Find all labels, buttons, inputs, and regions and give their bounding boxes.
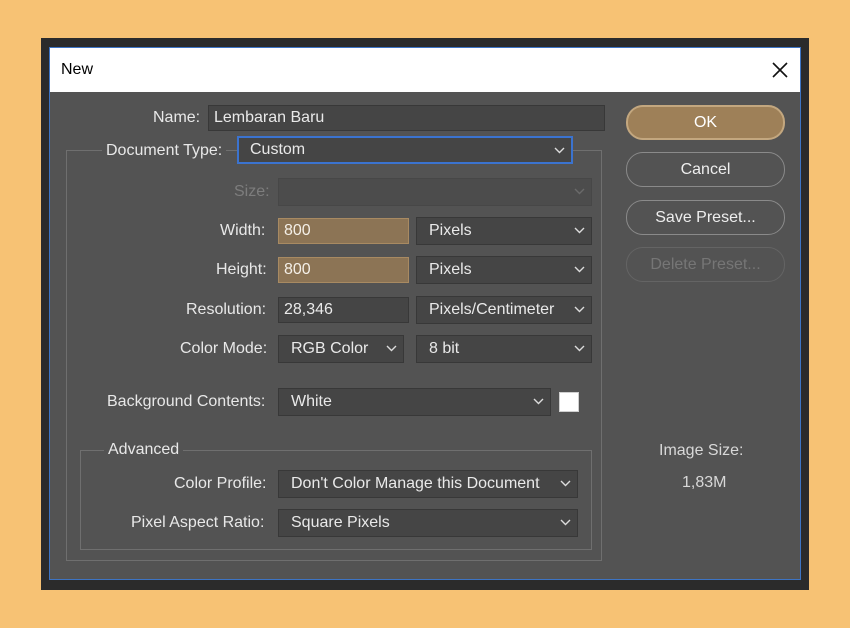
resolution-unit-value: Pixels/Centimeter (429, 301, 555, 318)
advanced-title: Advanced (104, 441, 184, 459)
chevron-down-icon (574, 188, 585, 195)
background-contents-label: Background Contents: (107, 393, 266, 410)
color-profile-value: Don't Color Manage this Document (291, 475, 540, 492)
dialog-title: New (61, 61, 94, 78)
image-size-value: 1,83M (682, 474, 727, 491)
pixel-aspect-ratio-value: Square Pixels (291, 514, 390, 531)
delete-preset-button: Delete Preset... (626, 247, 785, 282)
chevron-down-icon (554, 147, 565, 154)
ok-button[interactable]: OK (626, 105, 785, 140)
bit-depth-value: 8 bit (429, 340, 460, 357)
name-label: Name: (153, 109, 201, 126)
size-label: Size: (234, 183, 270, 200)
resolution-unit-select[interactable]: Pixels/Centimeter (416, 296, 592, 324)
size-select (278, 178, 592, 206)
chevron-down-icon (574, 227, 585, 234)
pixel-aspect-ratio-select[interactable]: Square Pixels (278, 509, 578, 537)
resolution-label: Resolution: (186, 301, 267, 318)
title-bar: New (50, 48, 800, 92)
cancel-button[interactable]: Cancel (626, 152, 785, 187)
chevron-down-icon (574, 345, 585, 352)
document-type-label: Document Type: (102, 142, 227, 160)
document-type-select[interactable]: Custom (237, 136, 573, 164)
height-unit-select[interactable]: Pixels (416, 256, 592, 284)
chevron-down-icon (560, 480, 571, 487)
image-size-label: Image Size: (659, 442, 744, 459)
background-contents-value: White (291, 393, 332, 410)
width-unit-select[interactable]: Pixels (416, 217, 592, 245)
background-contents-select[interactable]: White (278, 388, 551, 416)
chevron-down-icon (533, 398, 544, 405)
color-profile-label: Color Profile: (174, 475, 267, 492)
chevron-down-icon (574, 306, 585, 313)
chevron-down-icon (560, 519, 571, 526)
new-document-dialog: New Name: Lembaran Baru Document Type: C… (49, 47, 801, 580)
height-input[interactable]: 800 (278, 257, 409, 283)
height-unit-value: Pixels (429, 261, 472, 278)
save-preset-button[interactable]: Save Preset... (626, 200, 785, 235)
color-mode-value: RGB Color (291, 340, 369, 357)
chevron-down-icon (574, 266, 585, 273)
pixel-aspect-ratio-label: Pixel Aspect Ratio: (131, 514, 265, 531)
chevron-down-icon (386, 345, 397, 352)
width-label: Width: (220, 222, 266, 239)
close-icon (772, 62, 788, 78)
name-input[interactable]: Lembaran Baru (208, 105, 605, 131)
resolution-input[interactable]: 28,346 (278, 297, 409, 323)
document-type-value: Custom (250, 141, 306, 158)
color-profile-select[interactable]: Don't Color Manage this Document (278, 470, 578, 498)
width-input[interactable]: 800 (278, 218, 409, 244)
color-mode-label: Color Mode: (180, 340, 268, 357)
bit-depth-select[interactable]: 8 bit (416, 335, 592, 363)
width-unit-value: Pixels (429, 222, 472, 239)
close-button[interactable] (764, 54, 796, 86)
background-color-swatch[interactable] (559, 392, 579, 412)
color-mode-select[interactable]: RGB Color (278, 335, 404, 363)
height-label: Height: (216, 261, 267, 278)
